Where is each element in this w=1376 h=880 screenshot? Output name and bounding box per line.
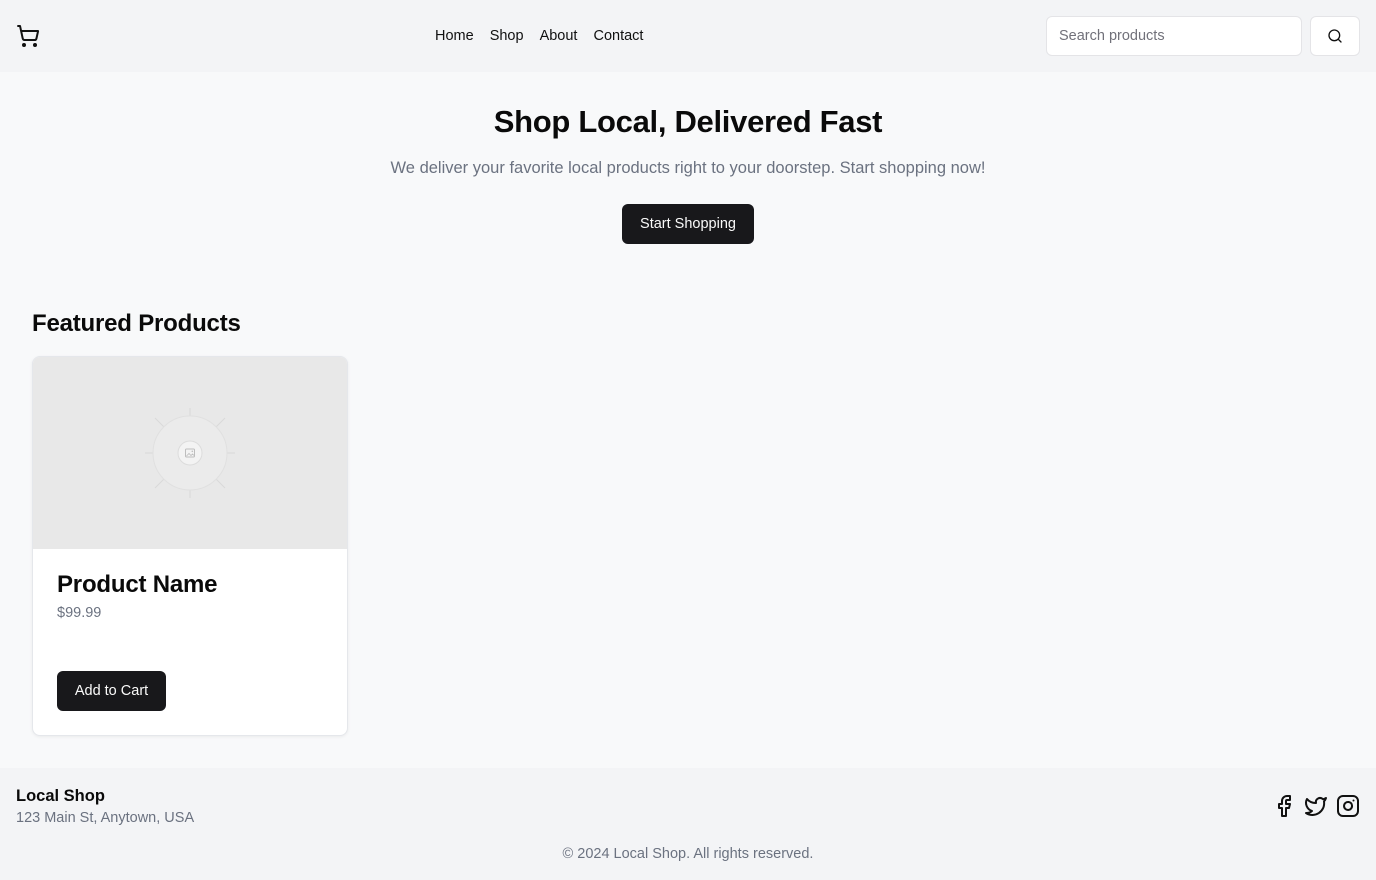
search-input[interactable] [1046, 16, 1302, 56]
product-price: $99.99 [57, 605, 102, 621]
site-footer: Local Shop 123 Main St, Anytown, USA © 2… [0, 768, 1376, 880]
main-nav: Home Shop About Contact [435, 26, 643, 46]
image-placeholder-icon [140, 403, 240, 503]
hero-subtitle: We deliver your favorite local products … [390, 159, 986, 177]
footer-address: 123 Main St, Anytown, USA [16, 810, 195, 826]
social-links [1272, 794, 1360, 818]
product-name[interactable]: Product Name [57, 569, 218, 601]
hero-title: Shop Local, Delivered Fast [493, 104, 883, 139]
featured-products-title: Featured Products [32, 310, 241, 337]
instagram-icon[interactable] [1336, 794, 1360, 818]
start-shopping-button[interactable]: Start Shopping [622, 204, 754, 244]
footer-shop-name: Local Shop [16, 787, 105, 805]
shopping-cart-icon[interactable] [16, 24, 40, 48]
site-header: Home Shop About Contact [0, 0, 1376, 72]
facebook-icon[interactable] [1272, 794, 1296, 818]
twitter-icon[interactable] [1304, 794, 1328, 818]
search-button[interactable] [1310, 16, 1360, 56]
footer-copyright: © 2024 Local Shop. All rights reserved. [562, 846, 814, 862]
search-icon [1327, 28, 1343, 44]
nav-home-link[interactable]: Home [435, 26, 474, 46]
nav-about-link[interactable]: About [540, 26, 578, 46]
nav-shop-link[interactable]: Shop [490, 26, 524, 46]
nav-contact-link[interactable]: Contact [593, 26, 643, 46]
add-to-cart-button[interactable]: Add to Cart [57, 671, 166, 711]
product-image[interactable] [33, 357, 347, 549]
product-card: Product Name $99.99 Add to Cart [32, 356, 348, 736]
